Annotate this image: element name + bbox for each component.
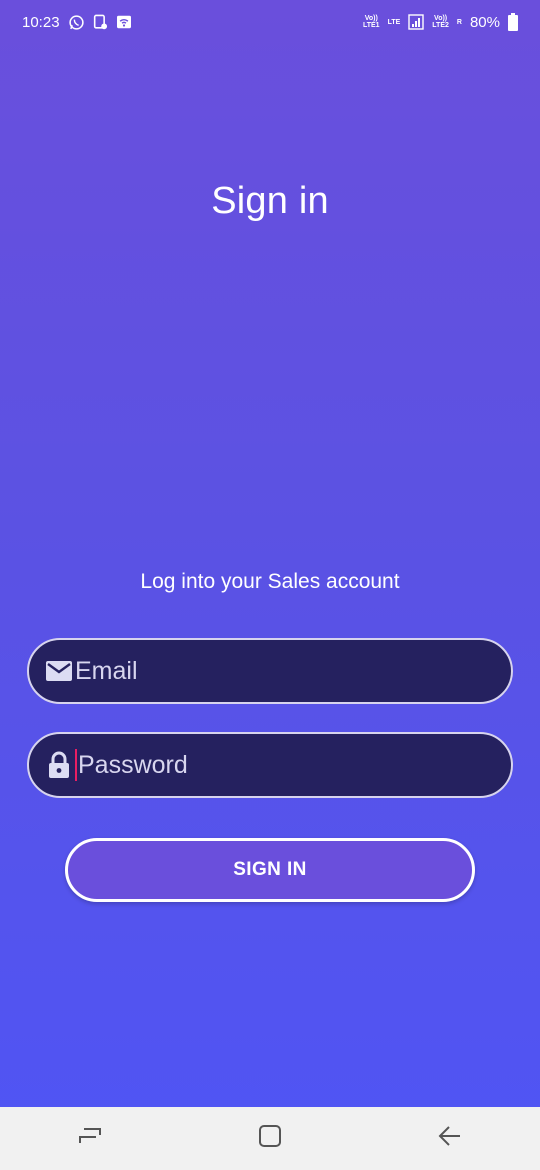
sim1-indicator: Vo)) LTE1	[362, 15, 380, 29]
whatsapp-icon	[68, 14, 85, 31]
email-field[interactable]: Email	[27, 638, 513, 704]
home-button[interactable]	[240, 1114, 300, 1164]
home-icon	[258, 1124, 282, 1153]
battery-percent: 80%	[469, 13, 500, 31]
status-bar: 10:23 Vo)) LTE1 LTE Vo)) LTE2 R 80%	[0, 0, 540, 44]
roaming-indicator: R	[456, 18, 462, 26]
lte-indicator: LTE	[387, 18, 401, 26]
page-title: Sign in	[211, 180, 329, 222]
email-placeholder: Email	[75, 656, 138, 685]
status-bar-left: 10:23	[22, 14, 132, 31]
back-button[interactable]	[420, 1114, 480, 1164]
lock-icon	[45, 751, 73, 779]
status-bar-right: Vo)) LTE1 LTE Vo)) LTE2 R 80%	[363, 13, 518, 31]
mail-icon	[45, 657, 73, 685]
back-icon	[438, 1125, 462, 1152]
battery-icon	[508, 13, 518, 31]
navigation-bar	[0, 1107, 540, 1170]
recents-button[interactable]	[60, 1114, 120, 1164]
page-subtitle: Log into your Sales account	[140, 570, 400, 593]
text-caret	[75, 749, 77, 781]
sim2-indicator: Vo)) LTE2	[432, 15, 449, 29]
screenshot-icon	[93, 14, 108, 30]
clock: 10:23	[22, 13, 60, 31]
sign-in-button[interactable]: SIGN IN	[65, 838, 475, 902]
wifi-icon	[116, 15, 132, 29]
password-field[interactable]: Password	[27, 732, 513, 798]
recents-icon	[78, 1125, 102, 1152]
signal-icon	[408, 14, 424, 30]
password-placeholder: Password	[78, 750, 188, 779]
